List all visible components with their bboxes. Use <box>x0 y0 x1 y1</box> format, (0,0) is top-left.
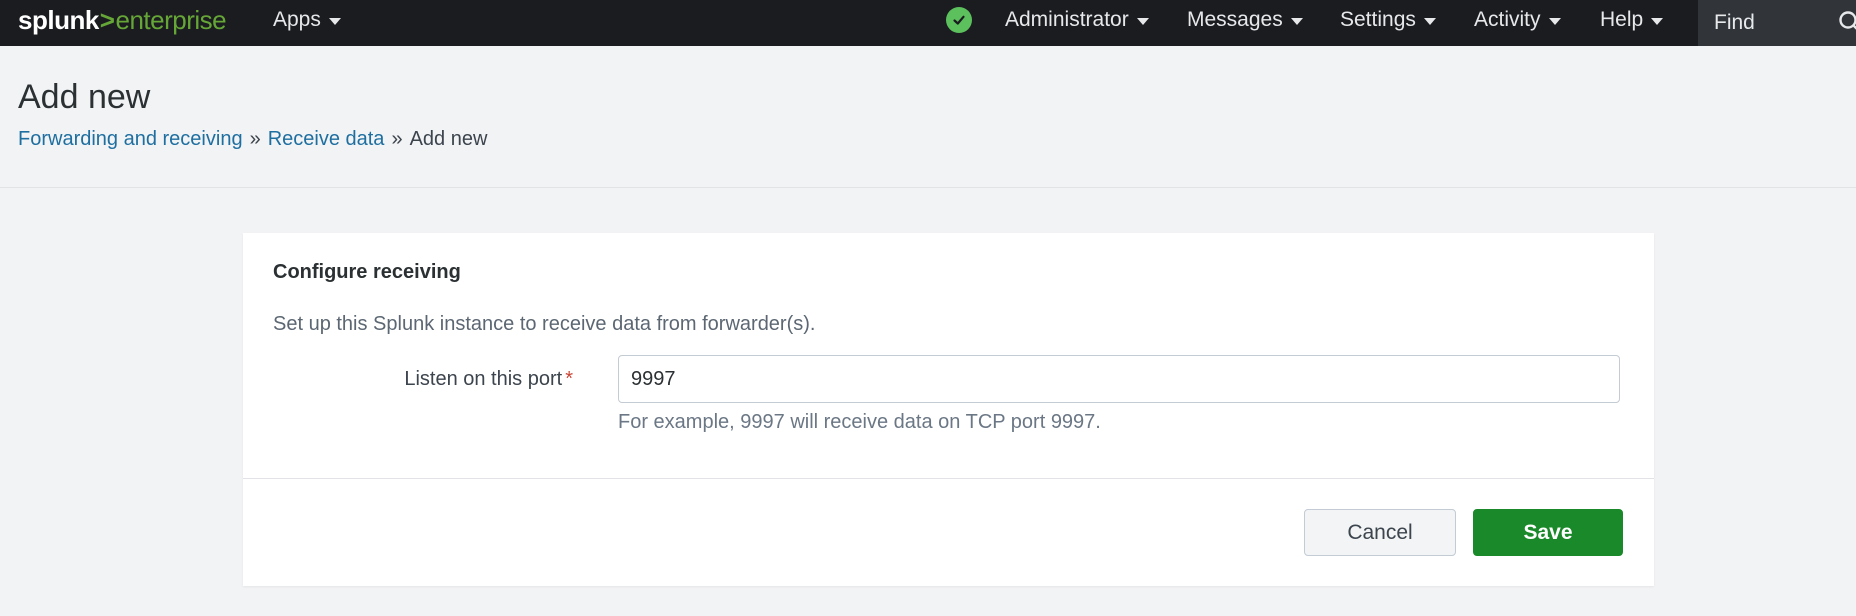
messages-menu[interactable]: Messages <box>1187 0 1303 40</box>
configure-receiving-card: Configure receiving Set up this Splunk i… <box>243 233 1654 586</box>
help-menu[interactable]: Help <box>1600 0 1664 40</box>
caret-down-icon <box>1136 17 1149 25</box>
card-title: Configure receiving <box>273 261 461 283</box>
check-circle-icon[interactable] <box>946 7 972 33</box>
settings-menu[interactable]: Settings <box>1340 0 1436 40</box>
page-title: Add new <box>18 78 151 116</box>
help-menu-label: Help <box>1600 8 1644 31</box>
activity-menu[interactable]: Activity <box>1474 0 1561 40</box>
caret-down-icon <box>1290 17 1303 25</box>
logo-brand: splunk <box>18 5 99 35</box>
required-marker: * <box>565 368 573 390</box>
caret-down-icon <box>1651 17 1664 25</box>
caret-down-icon <box>1423 17 1436 25</box>
breadcrumb-current: Add new <box>409 128 488 150</box>
breadcrumb-forwarding-and-receiving[interactable]: Forwarding and receiving <box>18 127 243 151</box>
search-icon[interactable] <box>1838 10 1856 32</box>
port-help-text: For example, 9997 will receive data on T… <box>618 411 1101 433</box>
breadcrumb-separator: » <box>391 128 403 150</box>
top-nav-bar: splunk > enterprise Apps Administrator Mes… <box>0 0 1856 46</box>
caret-down-icon <box>328 17 341 25</box>
card-footer-divider <box>243 478 1654 479</box>
apps-menu[interactable]: Apps <box>273 0 341 40</box>
card-description: Set up this Splunk instance to receive d… <box>273 313 816 335</box>
logo-separator: > <box>99 5 115 35</box>
cancel-button[interactable]: Cancel <box>1304 509 1456 556</box>
find-input[interactable] <box>1714 3 1834 43</box>
caret-down-icon <box>1548 17 1561 25</box>
checkmark-icon <box>953 15 965 25</box>
save-button[interactable]: Save <box>1473 509 1623 556</box>
breadcrumb-separator: » <box>249 128 261 150</box>
listen-port-input[interactable] <box>618 355 1620 403</box>
settings-menu-label: Settings <box>1340 8 1416 31</box>
port-label-text: Listen on this port <box>404 368 563 390</box>
header-divider <box>0 187 1856 188</box>
breadcrumb-receive-data[interactable]: Receive data <box>268 127 385 151</box>
apps-menu-label: Apps <box>273 8 321 31</box>
find-box <box>1698 0 1856 46</box>
administrator-menu-label: Administrator <box>1005 8 1129 31</box>
splunk-enterprise-logo[interactable]: splunk > enterprise <box>18 2 227 38</box>
administrator-menu[interactable]: Administrator <box>1005 0 1149 40</box>
activity-menu-label: Activity <box>1474 8 1541 31</box>
logo-product: enterprise <box>115 5 227 35</box>
port-field-label: Listen on this port * <box>404 368 573 391</box>
breadcrumb: Forwarding and receiving » Receive data … <box>18 127 487 151</box>
messages-menu-label: Messages <box>1187 8 1283 31</box>
